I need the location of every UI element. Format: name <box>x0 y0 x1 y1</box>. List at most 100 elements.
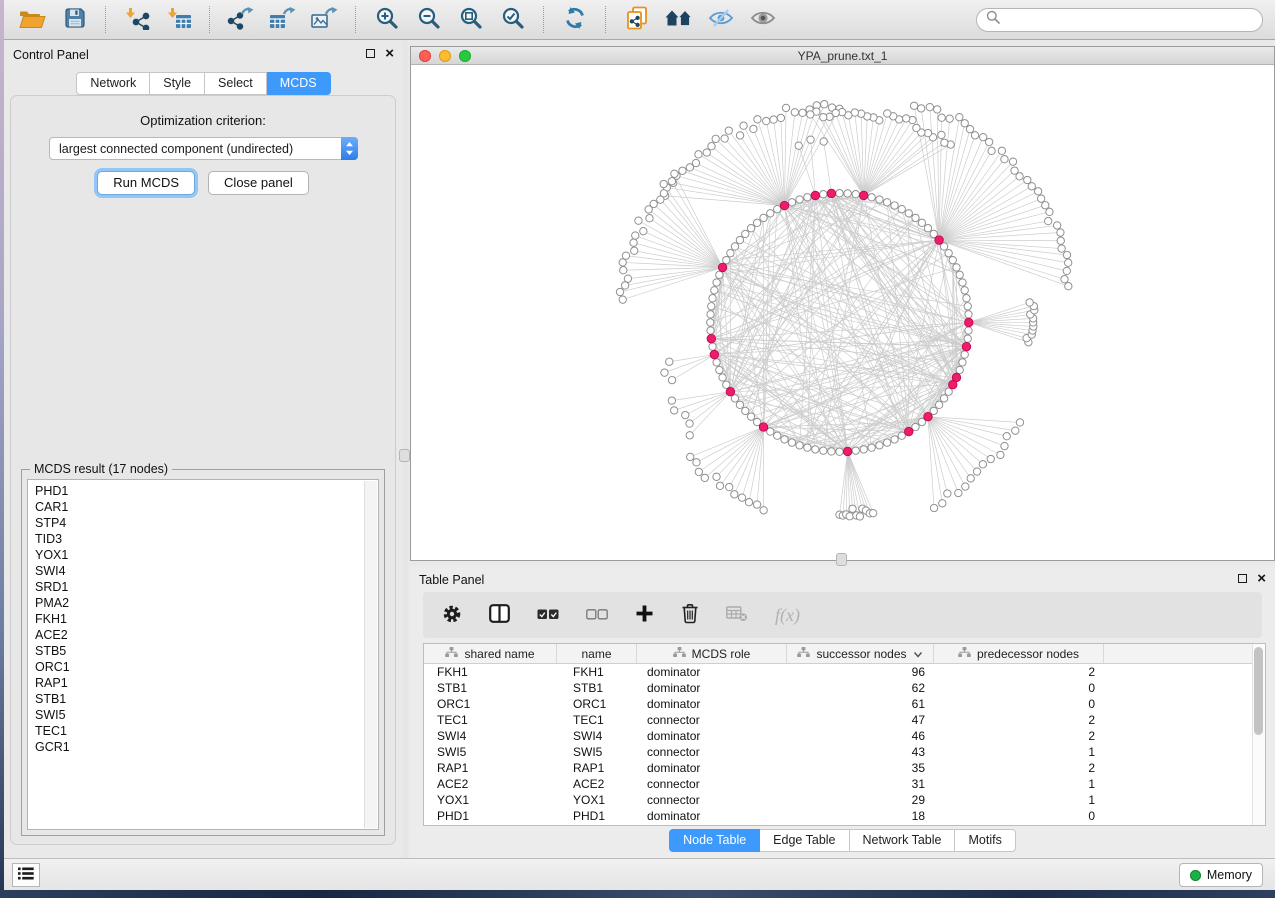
table-cell[interactable]: 43 <box>787 745 934 759</box>
table-cell[interactable]: 29 <box>787 793 934 807</box>
table-cell[interactable]: 46 <box>787 729 934 743</box>
mcds-result-item[interactable]: PMA2 <box>35 595 378 611</box>
mcds-result-item[interactable]: STB1 <box>35 691 378 707</box>
table-cell[interactable]: PHD1 <box>557 809 637 823</box>
import-table-button[interactable] <box>162 5 195 35</box>
mcds-result-item[interactable]: FKH1 <box>35 611 378 627</box>
table-cell[interactable]: 2 <box>934 729 1104 743</box>
table-cell[interactable]: 0 <box>934 681 1104 695</box>
table-cell[interactable]: STB1 <box>424 681 557 695</box>
tab-select[interactable]: Select <box>205 72 267 95</box>
tab-motifs[interactable]: Motifs <box>955 829 1015 852</box>
table-row[interactable]: STB1STB1dominator620 <box>424 680 1265 696</box>
close-panel-icon[interactable]: × <box>1257 573 1266 584</box>
table-cell[interactable]: FKH1 <box>557 665 637 679</box>
close-panel-button[interactable]: Close panel <box>208 171 309 195</box>
table-cell[interactable]: dominator <box>637 665 787 679</box>
column-header-MCDS-role[interactable]: MCDS role <box>637 644 787 663</box>
select-all-columns-button[interactable] <box>537 608 559 623</box>
memory-button[interactable]: Memory <box>1179 863 1263 887</box>
import-network-button[interactable] <box>120 5 153 35</box>
table-cell[interactable]: ACE2 <box>424 777 557 791</box>
table-cell[interactable]: 96 <box>787 665 934 679</box>
mcds-result-item[interactable]: CAR1 <box>35 499 378 515</box>
table-cell[interactable]: 47 <box>787 713 934 727</box>
table-cell[interactable]: connector <box>637 793 787 807</box>
tab-edge-table[interactable]: Edge Table <box>760 829 849 852</box>
table-cell[interactable]: FKH1 <box>424 665 557 679</box>
table-cell[interactable]: connector <box>637 713 787 727</box>
table-cell[interactable]: TEC1 <box>557 713 637 727</box>
table-cell[interactable]: 2 <box>934 665 1104 679</box>
mcds-result-item[interactable]: STB5 <box>35 643 378 659</box>
float-panel-icon[interactable] <box>1238 574 1247 583</box>
mcds-result-scrollbar[interactable] <box>364 481 377 828</box>
mcds-result-item[interactable]: ORC1 <box>35 659 378 675</box>
zoom-in-button[interactable] <box>370 5 403 35</box>
table-cell[interactable]: STB1 <box>557 681 637 695</box>
tab-mcds[interactable]: MCDS <box>267 72 331 95</box>
table-cell[interactable]: ORC1 <box>557 697 637 711</box>
column-header-shared-name[interactable]: shared name <box>424 644 557 663</box>
mcds-result-item[interactable]: ACE2 <box>35 627 378 643</box>
table-cell[interactable]: dominator <box>637 697 787 711</box>
table-cell[interactable]: 1 <box>934 777 1104 791</box>
table-settings-button[interactable] <box>442 604 462 627</box>
table-cell[interactable]: SWI4 <box>424 729 557 743</box>
table-cell[interactable]: RAP1 <box>557 761 637 775</box>
home-button[interactable] <box>662 5 695 35</box>
table-cell[interactable]: ORC1 <box>424 697 557 711</box>
mcds-result-item[interactable]: RAP1 <box>35 675 378 691</box>
column-header-name[interactable]: name <box>557 644 637 663</box>
table-cell[interactable]: 2 <box>934 761 1104 775</box>
save-session-button[interactable] <box>58 5 91 35</box>
table-cell[interactable]: PHD1 <box>424 809 557 823</box>
unselect-all-columns-button[interactable] <box>586 608 608 623</box>
show-graphics-details-button[interactable] <box>746 5 779 35</box>
table-cell[interactable]: 0 <box>934 809 1104 823</box>
table-cell[interactable]: SWI5 <box>557 745 637 759</box>
mcds-result-item[interactable]: TEC1 <box>35 723 378 739</box>
table-row[interactable]: PHD1PHD1dominator180 <box>424 808 1265 824</box>
table-cell[interactable]: 31 <box>787 777 934 791</box>
window-maximize-icon[interactable] <box>459 50 471 62</box>
export-table-button[interactable] <box>266 5 299 35</box>
table-cell[interactable]: connector <box>637 777 787 791</box>
table-cell[interactable]: dominator <box>637 761 787 775</box>
table-cell[interactable]: 2 <box>934 713 1104 727</box>
run-mcds-button[interactable]: Run MCDS <box>97 171 195 195</box>
refresh-button[interactable] <box>558 5 591 35</box>
table-cell[interactable]: TEC1 <box>424 713 557 727</box>
show-panels-list-button[interactable] <box>12 863 40 887</box>
mcds-result-item[interactable]: STP4 <box>35 515 378 531</box>
mcds-result-item[interactable]: SWI4 <box>35 563 378 579</box>
horizontal-splitter-grip[interactable] <box>836 553 847 566</box>
table-cell[interactable]: 1 <box>934 793 1104 807</box>
column-header-predecessor-nodes[interactable]: predecessor nodes <box>934 644 1104 663</box>
table-cell[interactable]: SWI5 <box>424 745 557 759</box>
mcds-result-item[interactable]: YOX1 <box>35 547 378 563</box>
mcds-result-item[interactable]: PHD1 <box>35 483 378 499</box>
search-input[interactable] <box>1005 13 1253 27</box>
criterion-select[interactable]: largest connected component (undirected) <box>49 137 358 160</box>
table-row[interactable]: RAP1RAP1dominator352 <box>424 760 1265 776</box>
table-cell[interactable]: RAP1 <box>424 761 557 775</box>
mcds-result-item[interactable]: SRD1 <box>35 579 378 595</box>
table-cell[interactable]: YOX1 <box>557 793 637 807</box>
table-row[interactable]: SWI4SWI4dominator462 <box>424 728 1265 744</box>
mcds-result-item[interactable]: SWI5 <box>35 707 378 723</box>
mcds-result-item[interactable]: GCR1 <box>35 739 378 755</box>
table-cell[interactable]: 0 <box>934 697 1104 711</box>
export-network-button[interactable] <box>224 5 257 35</box>
table-row[interactable]: FKH1FKH1dominator962 <box>424 664 1265 680</box>
tab-node-table[interactable]: Node Table <box>669 829 760 852</box>
table-cell[interactable]: 18 <box>787 809 934 823</box>
hide-graphics-details-button[interactable] <box>704 5 737 35</box>
table-cell[interactable]: 62 <box>787 681 934 695</box>
table-cell[interactable]: dominator <box>637 681 787 695</box>
table-cell[interactable]: dominator <box>637 809 787 823</box>
network-canvas[interactable] <box>411 65 1274 560</box>
float-panel-icon[interactable] <box>366 49 375 58</box>
window-minimize-icon[interactable] <box>439 50 451 62</box>
zoom-selected-button[interactable] <box>496 5 529 35</box>
